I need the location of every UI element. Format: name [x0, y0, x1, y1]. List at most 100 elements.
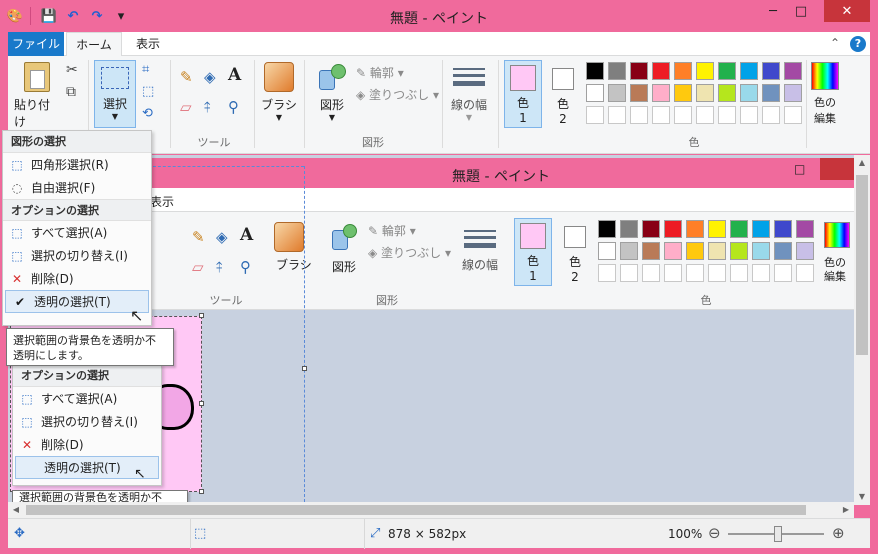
zoom-in-button[interactable]: ⊕ — [832, 524, 845, 542]
palette-color-swatch[interactable] — [630, 84, 648, 102]
palette-color-swatch — [752, 220, 770, 238]
shape-select-header: 図形の選択 — [3, 131, 151, 153]
tab-view[interactable]: 表示 — [126, 32, 170, 56]
palette-color-swatch[interactable] — [652, 84, 670, 102]
palette-color-swatch[interactable] — [608, 62, 626, 80]
palette-color-swatch[interactable] — [586, 84, 604, 102]
menu-select-all[interactable]: ⬚ すべて選択(A) — [3, 221, 151, 244]
horizontal-scroll-thumb[interactable] — [26, 505, 806, 515]
qat-separator — [30, 7, 34, 25]
palette-empty-slot[interactable] — [630, 106, 648, 124]
zoom-out-button[interactable]: ⊖ — [708, 524, 721, 542]
palette-empty-slot[interactable] — [586, 106, 604, 124]
palette-color-swatch — [708, 242, 726, 260]
magnifier-icon[interactable]: ⚲ — [228, 98, 239, 116]
palette-color-swatch[interactable] — [652, 62, 670, 80]
palette-color-swatch[interactable] — [586, 62, 604, 80]
menu-transparent-selection[interactable]: ✔ 透明の選択(T) — [5, 290, 149, 313]
shapes-button[interactable]: 図形 ▼ — [312, 62, 352, 122]
copy-icon[interactable]: ⧉ — [66, 84, 76, 100]
brush-button[interactable]: ブラシ ▼ — [258, 62, 300, 122]
menu-rect-select[interactable]: ⬚ 四角形選択(R) — [3, 153, 151, 176]
palette-color-swatch — [642, 242, 660, 260]
crop-icon[interactable]: ⌗ — [142, 62, 149, 77]
fill-icon[interactable]: ◈ — [204, 68, 216, 86]
inner-line-width-icon — [464, 224, 496, 254]
palette-color-swatch[interactable] — [674, 62, 692, 80]
vertical-scrollbar[interactable]: ▲ ▼ — [854, 155, 870, 505]
palette-color-swatch[interactable] — [740, 62, 758, 80]
clipboard-icon — [24, 62, 50, 92]
palette-color-swatch[interactable] — [762, 62, 780, 80]
scroll-left-icon[interactable]: ◀ — [8, 502, 24, 518]
palette-empty-slot[interactable] — [784, 106, 802, 124]
color1-button[interactable]: 色 1 — [504, 60, 542, 128]
eraser-icon[interactable]: ▱ — [180, 98, 192, 116]
palette-color-swatch[interactable] — [696, 62, 714, 80]
app-icon[interactable]: 🎨 — [6, 7, 24, 25]
palette-color-swatch[interactable] — [784, 62, 802, 80]
palette-color-swatch[interactable] — [630, 62, 648, 80]
menu-invert-selection[interactable]: ⬚ 選択の切り替え(I) — [3, 244, 151, 267]
palette-color-swatch[interactable] — [718, 62, 736, 80]
resize-icon[interactable]: ⬚ — [142, 84, 154, 99]
palette-color-swatch[interactable] — [718, 84, 736, 102]
shapes-label: 図形 — [319, 98, 344, 112]
palette-color-swatch[interactable] — [762, 84, 780, 102]
palette-color-swatch[interactable] — [696, 84, 714, 102]
vertical-scroll-thumb[interactable] — [856, 175, 868, 355]
palette-color-swatch[interactable] — [674, 84, 692, 102]
select-button[interactable]: 選択 ▼ — [94, 60, 136, 128]
palette-empty-slot[interactable] — [740, 106, 758, 124]
resize-handle[interactable] — [199, 313, 204, 318]
scroll-up-icon[interactable]: ▲ — [854, 155, 870, 171]
palette-empty-slot[interactable] — [608, 106, 626, 124]
customize-qat-icon[interactable]: ▾ — [112, 7, 130, 25]
outline-button[interactable]: ✎ 輪郭 ▾ — [356, 64, 404, 81]
horizontal-scrollbar[interactable]: ◀ ▶ — [8, 502, 854, 518]
resize-handle[interactable] — [199, 401, 204, 406]
resize-handle[interactable] — [199, 489, 204, 494]
palette-empty-slot[interactable] — [696, 106, 714, 124]
palette-color-swatch[interactable] — [608, 84, 626, 102]
redo-icon[interactable]: ↷ — [88, 7, 106, 25]
pencil-icon[interactable]: ✎ — [180, 68, 193, 86]
rotate-icon[interactable]: ⟲ — [142, 106, 153, 121]
menu-free-select[interactable]: ◌ 自由選択(F) — [3, 176, 151, 199]
fill-shape-button[interactable]: ◈ 塗りつぶし ▾ — [356, 86, 439, 103]
scroll-down-icon[interactable]: ▼ — [854, 489, 870, 505]
palette-color-swatch[interactable] — [740, 84, 758, 102]
tab-file[interactable]: ファイル — [8, 32, 64, 56]
cut-icon[interactable]: ✂ — [66, 62, 78, 78]
palette-empty-slot[interactable] — [718, 106, 736, 124]
palette-color-swatch[interactable] — [784, 84, 802, 102]
resize-handle[interactable] — [302, 366, 307, 371]
color-picker-icon[interactable]: ⤉ — [204, 98, 211, 116]
collapse-ribbon-icon[interactable]: ⌃ — [830, 36, 840, 50]
maximize-button[interactable]: □ — [788, 0, 814, 22]
tab-home[interactable]: ホーム — [66, 32, 122, 57]
inner-brush-icon — [274, 222, 304, 252]
menu-delete[interactable]: ✕ 削除(D) — [3, 267, 151, 290]
palette-empty-slot[interactable] — [674, 106, 692, 124]
close-button[interactable]: ✕ — [824, 0, 870, 22]
zoom-slider-thumb[interactable] — [774, 526, 782, 542]
inner-size-label: 線の幅 — [462, 258, 499, 272]
zoom-level: 100% — [668, 527, 703, 541]
palette-empty-slot[interactable] — [652, 106, 670, 124]
color2-button[interactable]: 色 2 — [546, 60, 580, 128]
scroll-right-icon[interactable]: ▶ — [838, 502, 854, 518]
text-icon[interactable]: A — [228, 65, 241, 85]
help-icon[interactable]: ? — [850, 36, 866, 52]
edit-colors-button[interactable]: 色の 編集 — [808, 62, 842, 126]
paste-button[interactable]: 貼り付け ▼ — [14, 62, 60, 139]
checkmark-icon: ✔ — [14, 294, 26, 309]
minimize-button[interactable]: ─ — [760, 0, 786, 22]
save-icon[interactable]: 💾 — [40, 7, 58, 25]
undo-icon[interactable]: ↶ — [64, 7, 82, 25]
size-button[interactable]: 線の幅 ▼ — [446, 62, 492, 122]
invert-selection-label: 選択の切り替え(I) — [31, 249, 128, 263]
palette-empty-slot[interactable] — [762, 106, 780, 124]
color2-number: 2 — [559, 112, 567, 126]
inner-color2-number: 2 — [571, 270, 579, 284]
